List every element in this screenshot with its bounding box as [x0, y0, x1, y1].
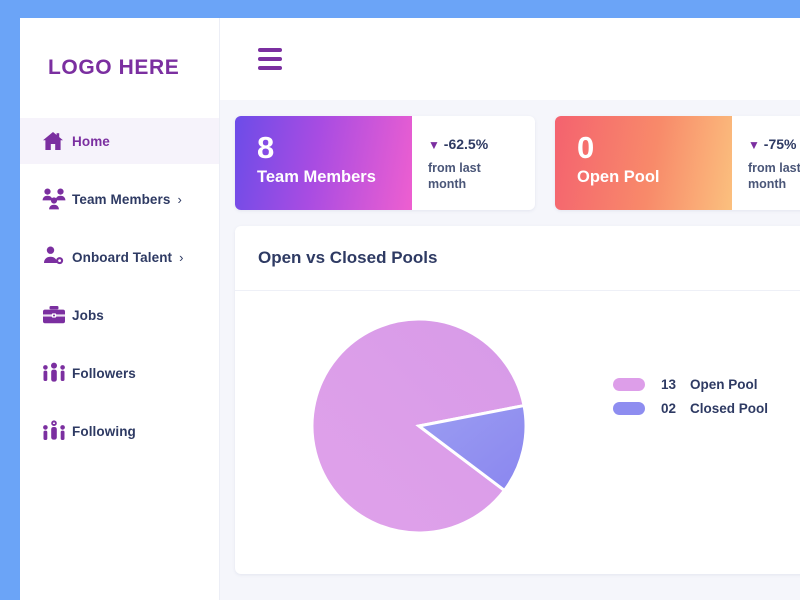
- sidebar-item-label: Followers: [72, 365, 136, 381]
- hamburger-bar: [258, 66, 282, 70]
- chart-title: Open vs Closed Pools: [258, 248, 438, 267]
- logo: LOGO HERE: [48, 56, 180, 79]
- pie-chart-svg: [310, 317, 528, 535]
- stat-card-team-members[interactable]: 8 Team Members ▼ -62.5% from last month: [235, 116, 535, 210]
- chart-body: 13 02 13 Open Pool 02 Closed Pool: [235, 290, 800, 574]
- stat-delta: ▼ -62.5%: [428, 136, 535, 152]
- legend-count: 02: [661, 401, 677, 416]
- hamburger-bar: [258, 57, 282, 61]
- chart-card: Open vs Closed Pools 13 Open Pool 02 Clo…: [235, 226, 800, 574]
- sidebar-item-label: Following: [72, 423, 136, 439]
- sidebar: LOGO HERE Home Team Members › Onboard Ta…: [20, 18, 220, 600]
- stat-meta: ▼ -62.5% from last month: [412, 116, 535, 210]
- legend-swatch: [613, 378, 645, 391]
- briefcase-icon: [42, 305, 72, 325]
- sidebar-item-home[interactable]: Home: [20, 118, 219, 164]
- stat-value: 0: [577, 130, 595, 165]
- chart-legend: 13 Open Pool 02 Closed Pool: [613, 377, 768, 425]
- sidebar-item-followers[interactable]: Followers: [20, 350, 219, 396]
- stat-card-row: 8 Team Members ▼ -62.5% from last month …: [220, 100, 800, 210]
- legend-item[interactable]: 13 Open Pool: [613, 377, 768, 392]
- team-members-icon: [42, 188, 72, 210]
- stat-delta-value: -75%: [763, 136, 797, 152]
- legend-label: Closed Pool: [690, 401, 769, 416]
- legend-swatch: [613, 402, 645, 415]
- sidebar-item-label: Jobs: [72, 307, 104, 323]
- sidebar-item-label: Home: [72, 133, 110, 149]
- stat-value: 8: [257, 130, 275, 165]
- sidebar-item-onboard-talent[interactable]: Onboard Talent ›: [20, 234, 219, 280]
- trend-down-icon: ▼: [428, 138, 440, 152]
- stat-subtext: from last month: [428, 161, 481, 191]
- page-frame: LOGO HERE Home Team Members › Onboard Ta…: [0, 0, 800, 600]
- followers-icon: [42, 362, 72, 384]
- chevron-right-icon: ›: [179, 249, 184, 265]
- onboard-talent-icon: [42, 246, 72, 268]
- trend-down-icon: ▼: [748, 138, 760, 152]
- stat-tile: 0 Open Pool: [555, 116, 732, 210]
- stat-label: Open Pool: [577, 168, 660, 186]
- pie-chart: [310, 317, 528, 535]
- legend-item[interactable]: 02 Closed Pool: [613, 401, 768, 416]
- stat-meta: ▼ -75% from last month: [732, 116, 800, 210]
- stat-subtext: from last month: [748, 161, 800, 191]
- app-window: LOGO HERE Home Team Members › Onboard Ta…: [20, 18, 800, 600]
- stat-tile: 8 Team Members: [235, 116, 412, 210]
- sidebar-item-team-members[interactable]: Team Members ›: [20, 176, 219, 222]
- following-icon: [42, 420, 72, 442]
- sidebar-item-following[interactable]: Following: [20, 408, 219, 454]
- stat-label: Team Members: [257, 168, 376, 186]
- chevron-right-icon: ›: [177, 191, 182, 207]
- sidebar-item-jobs[interactable]: Jobs: [20, 292, 219, 338]
- main-content: 8 Team Members ▼ -62.5% from last month …: [220, 18, 800, 600]
- sidebar-item-label: Team Members: [72, 191, 171, 207]
- hamburger-icon[interactable]: [258, 48, 282, 70]
- home-icon: [42, 131, 72, 151]
- stat-delta: ▼ -75%: [748, 136, 800, 152]
- stat-delta-value: -62.5%: [443, 136, 489, 152]
- legend-label: Open Pool: [690, 377, 758, 392]
- legend-count: 13: [661, 377, 677, 392]
- sidebar-item-label: Onboard Talent: [72, 249, 173, 265]
- stat-card-open-pool[interactable]: 0 Open Pool ▼ -75% from last month: [555, 116, 800, 210]
- topbar: [220, 18, 800, 100]
- hamburger-bar: [258, 48, 282, 52]
